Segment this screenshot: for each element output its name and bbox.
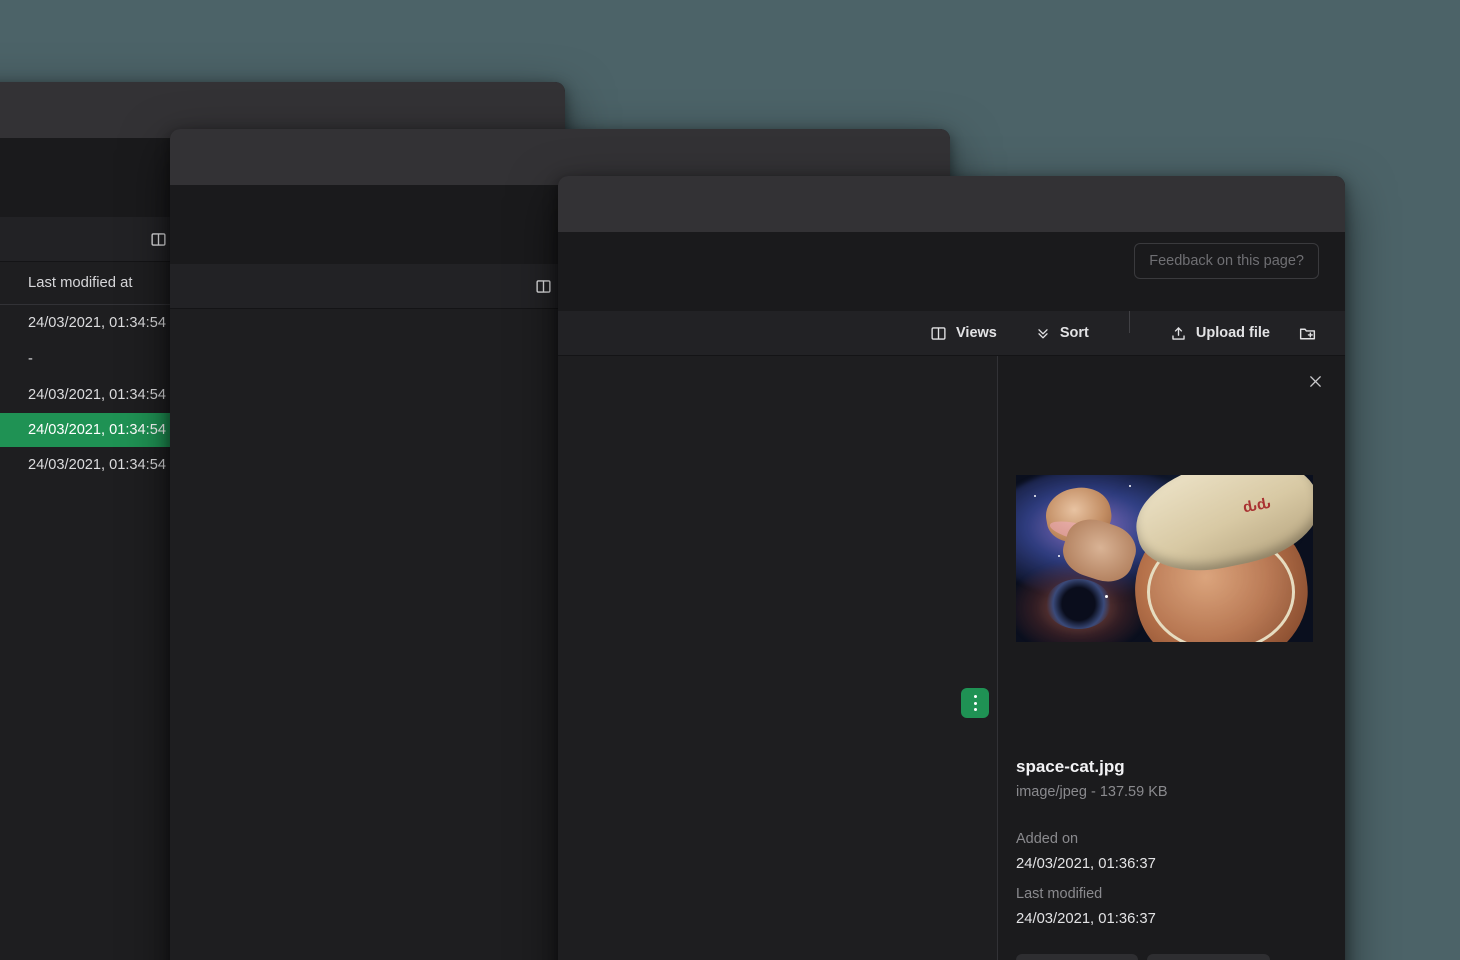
toolbar: Views Sort Upload file bbox=[558, 311, 1345, 356]
upload-file-button[interactable]: Upload file bbox=[1170, 325, 1270, 342]
feedback-button[interactable]: Feedback on this page? bbox=[1134, 243, 1319, 279]
detail-actions: Download Copy URL bbox=[1016, 954, 1270, 960]
cell-last-modified: 24/03/2021, 01:34:54 bbox=[28, 315, 166, 331]
toolbar-divider bbox=[1129, 311, 1130, 333]
column-header-last-modified: Last modified at bbox=[28, 275, 132, 291]
row-menu-icon[interactable] bbox=[974, 695, 977, 711]
browser-body: ԃԃ space-cat.jpg image/jpeg - 137.59 KB … bbox=[558, 356, 1345, 960]
upload-label: Upload file bbox=[1196, 325, 1270, 341]
star bbox=[1058, 555, 1060, 557]
views-button[interactable]: Views bbox=[930, 325, 997, 342]
columns-icon bbox=[150, 231, 167, 248]
star bbox=[1034, 495, 1036, 497]
columns-icon bbox=[930, 325, 947, 342]
file-list bbox=[558, 356, 998, 960]
last-modified-value: 24/03/2021, 01:36:37 bbox=[1016, 911, 1156, 927]
added-on-value: 24/03/2021, 01:36:37 bbox=[1016, 856, 1156, 872]
row-menu-marker[interactable] bbox=[961, 688, 989, 718]
file-name: space-cat.jpg bbox=[1016, 757, 1125, 777]
cell-last-modified: 24/03/2021, 01:34:54 bbox=[28, 422, 166, 438]
screenshot-stage: Feedback on this page? Views Sort bbox=[0, 0, 1460, 960]
added-on-label: Added on bbox=[1016, 831, 1078, 847]
chevrons-down-icon bbox=[1035, 325, 1051, 341]
black-hole bbox=[1046, 579, 1111, 629]
sort-button[interactable]: Sort bbox=[1035, 325, 1089, 341]
cell-last-modified: 24/03/2021, 01:34:54 bbox=[28, 457, 166, 473]
close-detail-button[interactable] bbox=[1307, 373, 1324, 390]
chrome-divider bbox=[558, 289, 1345, 311]
cell-last-modified: 24/03/2021, 01:34:54 bbox=[28, 387, 166, 403]
image-preview[interactable]: ԃԃ bbox=[1016, 475, 1313, 642]
copy-url-button[interactable]: Copy URL bbox=[1147, 954, 1270, 960]
download-button[interactable]: Download bbox=[1016, 954, 1138, 960]
window-file-browser-image: Feedback on this page? Views Sort bbox=[558, 176, 1345, 960]
cell-last-modified: - bbox=[28, 351, 33, 367]
file-meta: image/jpeg - 137.59 KB bbox=[1016, 784, 1168, 800]
file-detail-pane: ԃԃ space-cat.jpg image/jpeg - 137.59 KB … bbox=[998, 356, 1345, 960]
columns-icon bbox=[535, 278, 552, 295]
last-modified-label: Last modified bbox=[1016, 886, 1102, 902]
sort-label: Sort bbox=[1060, 325, 1089, 341]
star bbox=[1129, 485, 1131, 487]
upload-icon bbox=[1170, 325, 1187, 342]
feedback-bar: Feedback on this page? bbox=[558, 232, 1345, 289]
views-label: Views bbox=[956, 325, 997, 341]
folder-plus-icon bbox=[1298, 324, 1317, 343]
file-list bbox=[170, 309, 605, 960]
new-folder-button[interactable] bbox=[1298, 324, 1317, 343]
window-chrome-bar bbox=[558, 176, 1345, 232]
